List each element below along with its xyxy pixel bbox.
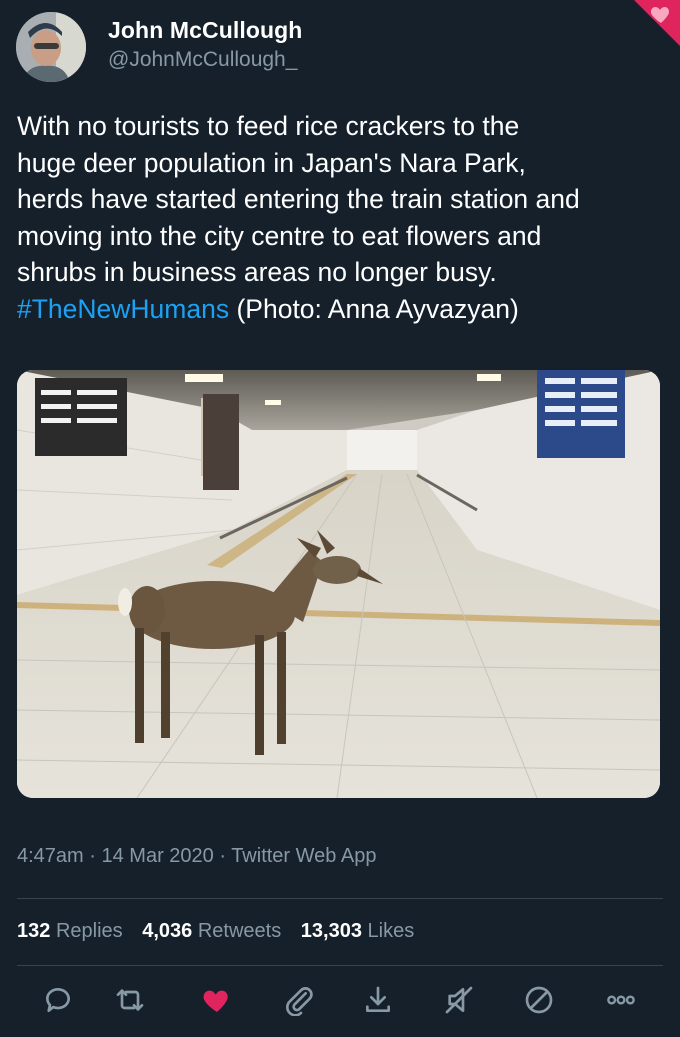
- divider: [17, 898, 663, 899]
- more-button[interactable]: [603, 982, 639, 1018]
- like-button[interactable]: [199, 982, 235, 1018]
- tweet-text-line-last: #TheNewHumans (Photo: Anna Ayvazyan): [17, 291, 667, 328]
- user-handle[interactable]: @JohnMcCullough_: [108, 48, 297, 72]
- replies-count: 132: [17, 920, 51, 942]
- display-name[interactable]: John McCullough: [108, 17, 302, 44]
- block-icon: [525, 986, 553, 1014]
- replies-stat[interactable]: 132 Replies: [17, 920, 123, 942]
- tweet-text-line: shrubs in business areas no longer busy.: [17, 257, 497, 288]
- photo-credit: (Photo: Anna Ayvazyan): [236, 293, 519, 324]
- tweet-text: With no tourists to feed rice crackers t…: [17, 108, 667, 328]
- mute-button[interactable]: [441, 982, 477, 1018]
- retweet-icon: [116, 989, 144, 1011]
- more-icon: [607, 995, 635, 1005]
- heart-icon: [203, 990, 228, 1012]
- reply-icon: [46, 988, 70, 1012]
- replies-label: Replies: [55, 920, 123, 942]
- divider: [17, 965, 663, 966]
- download-icon: [366, 986, 390, 1012]
- retweet-button[interactable]: [112, 982, 148, 1018]
- retweets-label: Retweets: [197, 920, 282, 942]
- attach-button[interactable]: [281, 982, 317, 1018]
- tweet-text-line: herds have started entering the train st…: [17, 184, 580, 215]
- retweets-stat[interactable]: 4,036 Retweets: [142, 920, 281, 942]
- likes-stat[interactable]: 13,303 Likes: [301, 920, 414, 942]
- tweet-text-line: With no tourists to feed rice crackers t…: [17, 111, 520, 141]
- tweet-stats: 132 Replies 4,036 Retweets 13,303 Likes: [17, 920, 428, 943]
- tweet-photo[interactable]: [17, 370, 660, 798]
- heart-corner-icon: [650, 7, 670, 23]
- paperclip-icon: [286, 987, 313, 1016]
- retweets-count: 4,036: [142, 920, 193, 942]
- action-bar: [0, 978, 680, 1022]
- tweet-text-line: moving into the city centre to eat flowe…: [17, 220, 542, 251]
- tweet-timestamp[interactable]: 4:47am · 14 Mar 2020 · Twitter Web App: [17, 845, 376, 868]
- block-button[interactable]: [521, 982, 557, 1018]
- download-button[interactable]: [360, 982, 396, 1018]
- reply-button[interactable]: [40, 982, 76, 1018]
- likes-label: Likes: [367, 920, 415, 942]
- avatar[interactable]: [16, 12, 86, 82]
- hashtag-link[interactable]: #TheNewHumans: [17, 294, 229, 324]
- mute-icon: [445, 986, 473, 1014]
- tweet-text-line: huge deer population in Japan's Nara Par…: [17, 147, 526, 178]
- likes-count: 13,303: [300, 920, 362, 942]
